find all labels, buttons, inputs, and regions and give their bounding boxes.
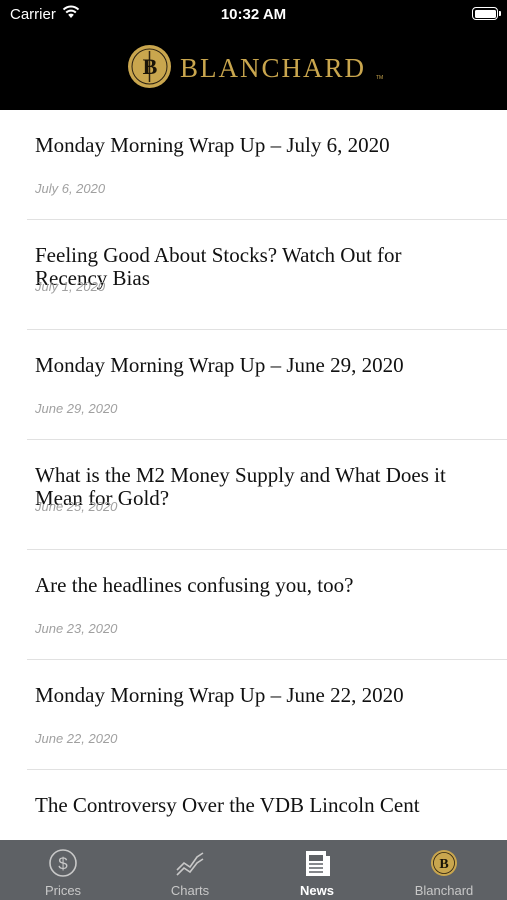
tab-label: Blanchard: [414, 883, 474, 898]
news-date: June 23, 2020: [35, 621, 118, 636]
news-item[interactable]: Feeling Good About Stocks? Watch Out for…: [0, 220, 507, 330]
news-item[interactable]: The Controversy Over the VDB Lincoln Cen…: [0, 770, 507, 840]
news-title: Monday Morning Wrap Up – June 29, 2020: [35, 353, 404, 377]
blanchard-logo-icon: B: [431, 850, 457, 876]
news-title: Monday Morning Wrap Up – July 6, 2020: [35, 133, 390, 157]
newspaper-icon: [306, 851, 330, 876]
svg-text:B: B: [439, 857, 448, 872]
news-item[interactable]: What is the M2 Money Supply and What Doe…: [0, 440, 507, 550]
dollar-circle-icon: $: [49, 849, 77, 877]
news-item[interactable]: Are the headlines confusing you, too? Ju…: [0, 550, 507, 660]
tab-bar: $ Prices Charts News B Blanchard: [0, 840, 507, 900]
news-date: July 1, 2020: [35, 279, 106, 294]
news-date: June 25, 2020: [35, 499, 118, 514]
blanchard-logo-icon: B: [128, 45, 171, 88]
news-item[interactable]: Monday Morning Wrap Up – June 29, 2020 J…: [0, 330, 507, 440]
svg-text:B: B: [143, 54, 158, 79]
line-chart-icon: [176, 852, 204, 876]
news-title: Are the headlines confusing you, too?: [35, 573, 354, 597]
tab-blanchard[interactable]: B Blanchard: [381, 840, 507, 900]
news-title: Monday Morning Wrap Up – June 22, 2020: [35, 683, 404, 707]
trademark: TM: [376, 75, 384, 81]
clock: 10:32 AM: [220, 6, 287, 23]
status-bar: Carrier 10:32 AM: [0, 0, 507, 30]
tab-charts[interactable]: Charts: [127, 840, 253, 900]
app-header: B BLANCHARD TM: [0, 30, 507, 110]
tab-label: Prices: [44, 883, 82, 898]
svg-text:$: $: [58, 854, 68, 873]
news-title: The Controversy Over the VDB Lincoln Cen…: [35, 793, 420, 817]
tab-label: Charts: [170, 883, 210, 898]
tab-prices[interactable]: $ Prices: [0, 840, 126, 900]
brand-name: BLANCHARD: [180, 53, 367, 83]
tab-label: News: [300, 883, 334, 898]
tab-news[interactable]: News: [254, 840, 380, 900]
news-item[interactable]: Monday Morning Wrap Up – July 6, 2020 Ju…: [0, 110, 507, 220]
news-list[interactable]: Monday Morning Wrap Up – July 6, 2020 Ju…: [0, 110, 507, 840]
news-date: June 29, 2020: [35, 401, 118, 416]
news-item[interactable]: Monday Morning Wrap Up – June 22, 2020 J…: [0, 660, 507, 770]
battery-icon: [472, 7, 501, 20]
news-date: June 22, 2020: [35, 731, 118, 746]
news-date: July 6, 2020: [35, 181, 106, 196]
